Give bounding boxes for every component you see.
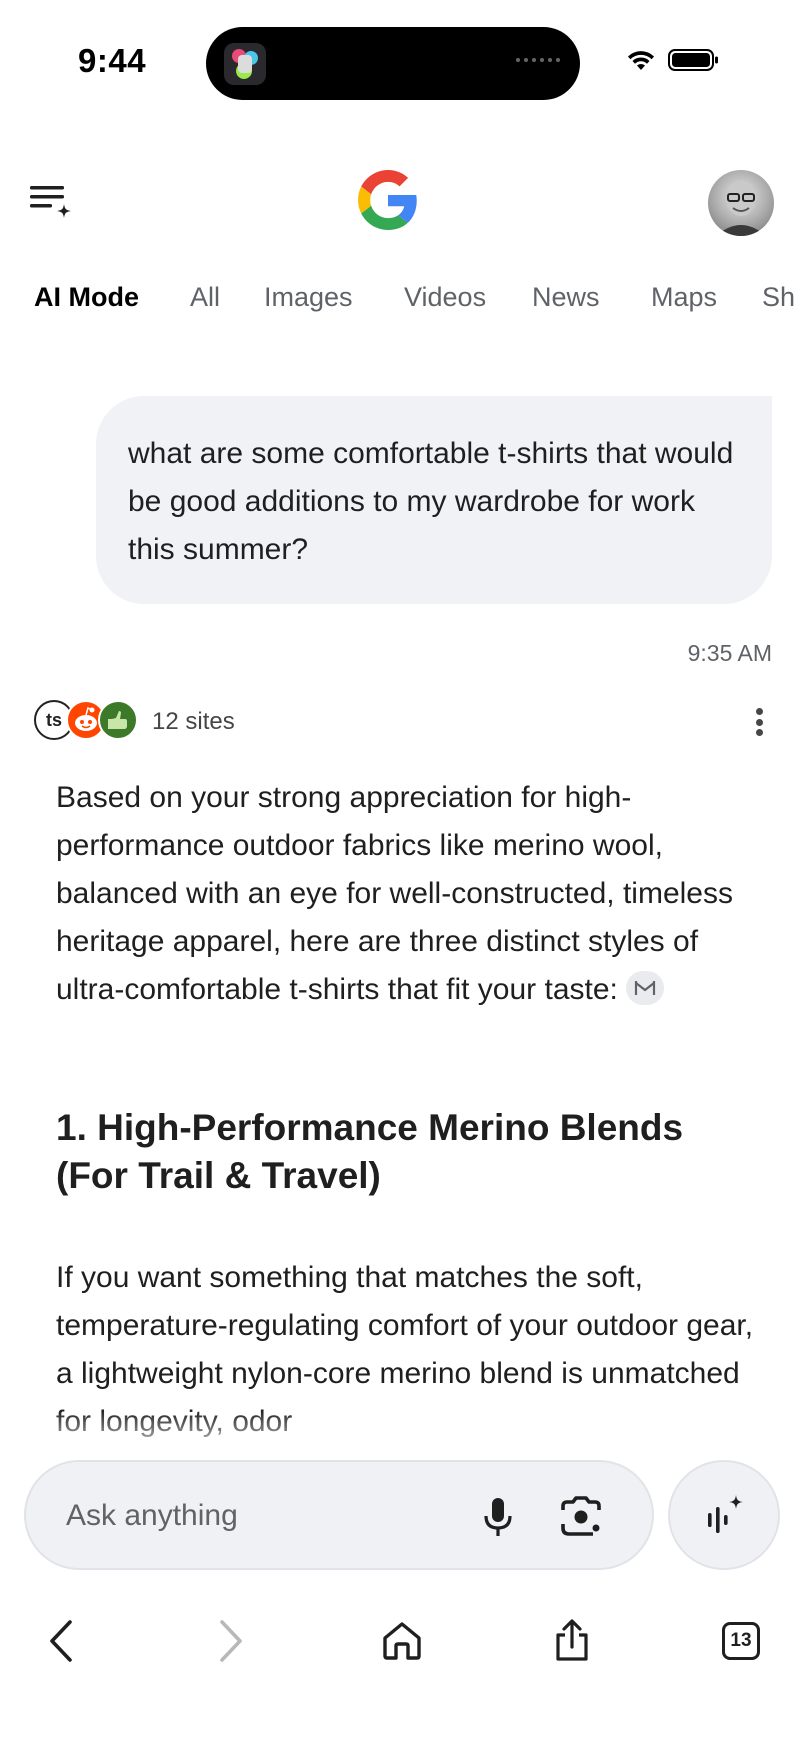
tab-videos[interactable]: Videos xyxy=(404,282,486,313)
google-lens-icon xyxy=(561,1496,601,1536)
ask-input[interactable] xyxy=(66,1496,446,1536)
search-tabs: AI Mode All Images Videos News Maps Sh xyxy=(0,278,804,322)
section-1-heading: 1. High-Performance Merino Blends (For T… xyxy=(56,1107,684,1196)
dynamic-island xyxy=(206,27,580,100)
home-button[interactable] xyxy=(375,1614,429,1668)
profile-avatar[interactable] xyxy=(708,170,774,236)
content-fade xyxy=(0,1410,804,1460)
thumbs-up-site-icon xyxy=(98,700,138,740)
mic-icon xyxy=(484,1498,512,1536)
tab-images[interactable]: Images xyxy=(264,282,353,313)
sparkle-audio-icon xyxy=(708,1495,743,1533)
wifi-icon xyxy=(628,51,654,70)
tab-maps[interactable]: Maps xyxy=(651,282,717,313)
chevron-left-icon xyxy=(50,1620,72,1662)
home-icon xyxy=(383,1622,421,1660)
forward-button[interactable] xyxy=(204,1614,258,1668)
google-g-logo[interactable] xyxy=(358,170,418,230)
status-bar: 9:44 xyxy=(0,0,804,120)
status-time: 9:44 xyxy=(78,42,147,79)
source-icons: ts xyxy=(34,700,144,744)
ai-history-menu-icon xyxy=(30,186,71,218)
tab-all[interactable]: All xyxy=(190,282,220,313)
voice-search-button[interactable] xyxy=(474,1492,522,1542)
sources-row[interactable]: ts 12 sites xyxy=(34,700,774,744)
live-activity-app-icon xyxy=(224,43,266,85)
status-indicators xyxy=(626,48,720,72)
ai-voice-button[interactable] xyxy=(668,1460,780,1570)
user-query-bubble: what are some comfortable t-shirts that … xyxy=(96,396,772,604)
chevron-right-icon xyxy=(220,1620,242,1662)
share-button[interactable] xyxy=(545,1614,599,1668)
ai-history-menu-button[interactable] xyxy=(28,182,74,224)
more-options-button[interactable] xyxy=(744,702,774,742)
browser-toolbar: 13 xyxy=(0,1600,804,1680)
query-timestamp: 9:35 AM xyxy=(687,640,772,666)
answer-intro-text: Based on your strong appreciation for hi… xyxy=(56,781,733,1006)
battery-icon xyxy=(668,49,718,71)
back-button[interactable] xyxy=(34,1614,88,1668)
tab-count: 13 xyxy=(722,1622,760,1660)
gmail-icon xyxy=(634,981,655,996)
ai-answer: Based on your strong appreciation for hi… xyxy=(56,774,756,1438)
tab-ai-mode[interactable]: AI Mode xyxy=(34,282,139,313)
sources-count: 12 sites xyxy=(152,708,235,735)
share-icon xyxy=(556,1619,588,1661)
ask-bar xyxy=(24,1460,654,1570)
island-activity-dots xyxy=(516,58,560,62)
tab-shopping[interactable]: Sh xyxy=(762,282,795,313)
more-vert-icon xyxy=(755,708,763,715)
app-header xyxy=(0,160,804,240)
lens-button[interactable] xyxy=(556,1492,606,1542)
answer-intro: Based on your strong appreciation for hi… xyxy=(56,774,756,1014)
tabs-button[interactable]: 13 xyxy=(714,1614,768,1668)
tab-news[interactable]: News xyxy=(532,282,600,313)
gmail-citation-chip[interactable] xyxy=(625,971,664,1006)
